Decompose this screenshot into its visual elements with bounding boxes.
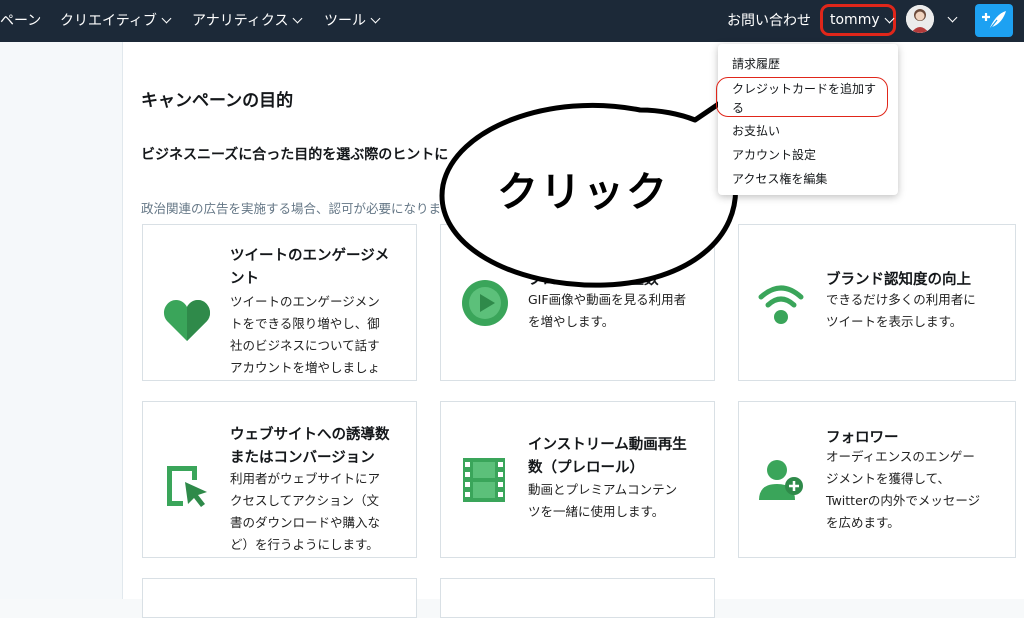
left-panel bbox=[0, 42, 123, 599]
objective-card-website-clicks[interactable]: ウェブサイトへの誘導数 またはコンバージョン 利用者がウェブサイトにア クセスし… bbox=[142, 401, 417, 558]
callout-text: クリック bbox=[497, 168, 669, 216]
card-desc-line: GIF画像や動画を見る利用者 bbox=[528, 292, 687, 307]
card-desc-line: 利用者がウェブサイトにア bbox=[230, 471, 381, 486]
nav-creative[interactable]: クリエイティブ bbox=[60, 10, 172, 30]
top-navigation-bar: ペーン クリエイティブ アナリティクス ツール お問い合わせ tommy bbox=[0, 0, 1024, 42]
nav-creative-label: クリエイティブ bbox=[60, 13, 157, 29]
chevron-down-icon bbox=[293, 13, 303, 24]
highlight-outline bbox=[716, 77, 888, 117]
card-title-line1: インストリーム動画再生 bbox=[528, 437, 687, 453]
card-description: GIF画像や動画を見る利用者 を増やします。 bbox=[528, 289, 686, 333]
nav-campaigns[interactable]: ペーン bbox=[0, 10, 41, 30]
card-desc-line: トをできる限り増やし、御 bbox=[230, 316, 380, 331]
chevron-down-icon bbox=[161, 13, 172, 24]
objective-card-awareness[interactable]: ブランド認知度の向上 できるだけ多くの利用者に ツイートを表示します。 bbox=[738, 224, 1016, 381]
card-desc-line: 動画とプレミアムコンテン bbox=[528, 482, 678, 497]
chevron-down-icon[interactable] bbox=[947, 12, 958, 23]
avatar-image bbox=[906, 5, 934, 33]
menu-item-payment[interactable]: お支払い bbox=[732, 122, 780, 139]
card-description: ツイートのエンゲージメン トをできる限り増やし、御 社のビジネスについて話す ア… bbox=[230, 291, 381, 380]
nav-contact-link[interactable]: お問い合わせ bbox=[727, 10, 811, 30]
heart-icon bbox=[163, 297, 211, 347]
card-description: できるだけ多くの利用者に ツイートを表示します。 bbox=[826, 289, 976, 333]
objective-card-partial[interactable] bbox=[440, 578, 715, 618]
card-description: 利用者がウェブサイトにア クセスしてアクション（文 書のダウンロードや購入な ど… bbox=[230, 468, 380, 556]
objective-card-engagement[interactable]: ツイートのエンゲージメ ント ツイートのエンゲージメン トをできる限り増やし、御… bbox=[142, 224, 417, 381]
objective-card-followers[interactable]: フォロワー オーディエンスのエンゲー ジメントを獲得して、 Twitterの内外… bbox=[738, 401, 1016, 558]
card-desc-line: 社のビジネスについて話す bbox=[230, 338, 380, 353]
nav-analytics[interactable]: アナリティクス bbox=[192, 10, 303, 30]
cursor-click-icon bbox=[163, 462, 211, 514]
card-desc-line: ど）を行うようにします。 bbox=[230, 537, 379, 552]
film-strip-icon bbox=[461, 456, 507, 508]
card-desc-line: を広めます。 bbox=[826, 515, 900, 530]
card-title-line2: 数（プレロール） bbox=[528, 460, 644, 476]
page-title: キャンペーンの目的 bbox=[141, 91, 294, 111]
card-desc-line: できるだけ多くの利用者に bbox=[826, 292, 976, 307]
page-subtitle: ビジネスニーズに合った目的を選ぶ際のヒントに bbox=[141, 147, 449, 163]
card-desc-line: クセスしてアクション（文 bbox=[230, 493, 380, 508]
objective-card-preroll[interactable]: インストリーム動画再生 数（プレロール） 動画とプレミアムコンテン ツを一緒に使… bbox=[440, 401, 715, 558]
card-description: オーディエンスのエンゲー ジメントを獲得して、 Twitterの内外でメッセージ… bbox=[826, 446, 980, 534]
objective-card-video-views[interactable]: プロモビデオ再生数 GIF画像や動画を見る利用者 を増やします。 bbox=[440, 224, 715, 381]
user-menu-button[interactable]: tommy bbox=[820, 4, 896, 36]
menu-item-account-settings[interactable]: アカウント設定 bbox=[732, 146, 816, 163]
objective-card-partial[interactable] bbox=[142, 578, 417, 618]
card-title-line2: ント bbox=[230, 271, 259, 287]
chevron-down-icon bbox=[370, 13, 381, 24]
menu-item-billing-history[interactable]: 請求履歴 bbox=[732, 55, 780, 72]
username-label: tommy bbox=[830, 12, 880, 28]
card-desc-line: ジメントを獲得して、 bbox=[826, 471, 951, 486]
card-desc-line: ツを一緒に使用します。 bbox=[528, 504, 665, 519]
menu-item-edit-access[interactable]: アクセス権を編集 bbox=[732, 170, 827, 187]
broadcast-icon bbox=[757, 281, 805, 331]
nav-tools[interactable]: ツール bbox=[324, 10, 381, 30]
card-desc-line: アカウントを増やしましょ bbox=[230, 360, 381, 375]
user-dropdown-menu: 請求履歴 クレジットカードを追加す る お支払い アカウント設定 アクセス権を編… bbox=[718, 44, 898, 195]
card-desc-line: ツイートを表示します。 bbox=[826, 314, 963, 329]
political-ads-notice: 政治関連の広告を実施する場合、認可が必要になりま bbox=[141, 201, 442, 216]
card-title-line1: ウェブサイトへの誘導数 bbox=[230, 427, 390, 443]
nav-analytics-label: アナリティクス bbox=[192, 13, 289, 29]
chevron-down-icon bbox=[884, 13, 895, 24]
nav-campaigns-label: ペーン bbox=[0, 13, 42, 29]
add-follower-icon bbox=[757, 456, 807, 508]
play-circle-icon bbox=[461, 279, 509, 331]
card-desc-line: う bbox=[230, 379, 380, 380]
card-desc-line: Twitterの内外でメッセージ bbox=[826, 493, 981, 508]
nav-tools-label: ツール bbox=[324, 13, 366, 29]
compose-tweet-button[interactable] bbox=[975, 4, 1013, 37]
card-title-line1: ツイートのエンゲージメ bbox=[230, 248, 390, 264]
avatar[interactable] bbox=[906, 5, 934, 33]
card-desc-line: を増やします。 bbox=[528, 314, 615, 329]
card-description: 動画とプレミアムコンテン ツを一緒に使用します。 bbox=[528, 479, 677, 523]
card-title-line2: またはコンバージョン bbox=[230, 450, 375, 466]
card-desc-line: オーディエンスのエンゲー bbox=[826, 449, 975, 464]
card-desc-line: 書のダウンロードや購入な bbox=[230, 515, 381, 530]
feather-plus-icon bbox=[982, 11, 1006, 31]
card-desc-line: ツイートのエンゲージメン bbox=[230, 294, 380, 309]
